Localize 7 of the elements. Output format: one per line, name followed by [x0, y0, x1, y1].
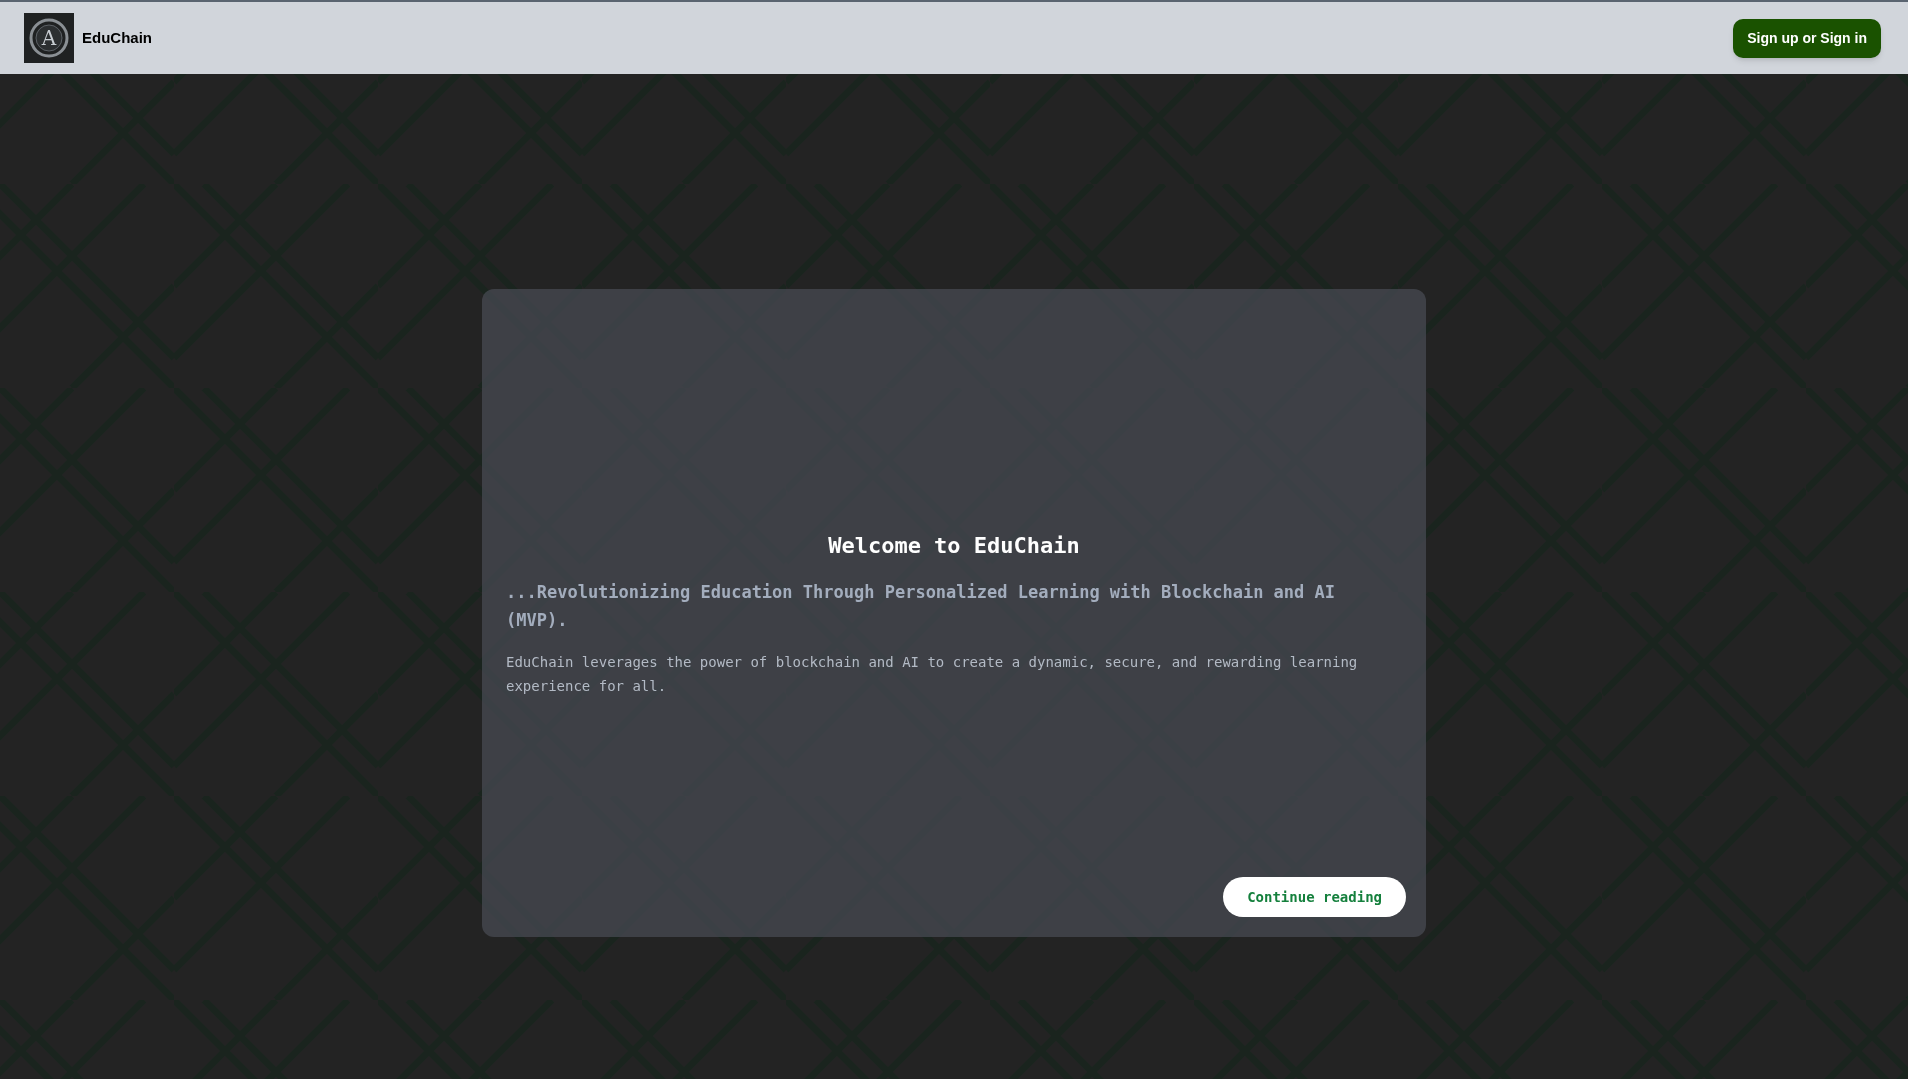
hero-subtitle: ...Revolutionizing Education Through Personalized Learning with Blockchain and AI (MVP). — [506, 580, 1337, 632]
hero-title: Welcome to EduChain — [827, 531, 1081, 560]
continue-reading-button[interactable]: Continue reading — [1223, 877, 1406, 917]
sign-in-button[interactable]: Sign up or Sign in — [1733, 18, 1881, 58]
hero-description: EduChain leverages the power of blockchain and AI to create a dynamic, secure, and rewarding learning experience for all. — [506, 652, 1359, 696]
brand-name: EduChain — [82, 27, 152, 48]
logo-icon: A — [24, 13, 74, 63]
